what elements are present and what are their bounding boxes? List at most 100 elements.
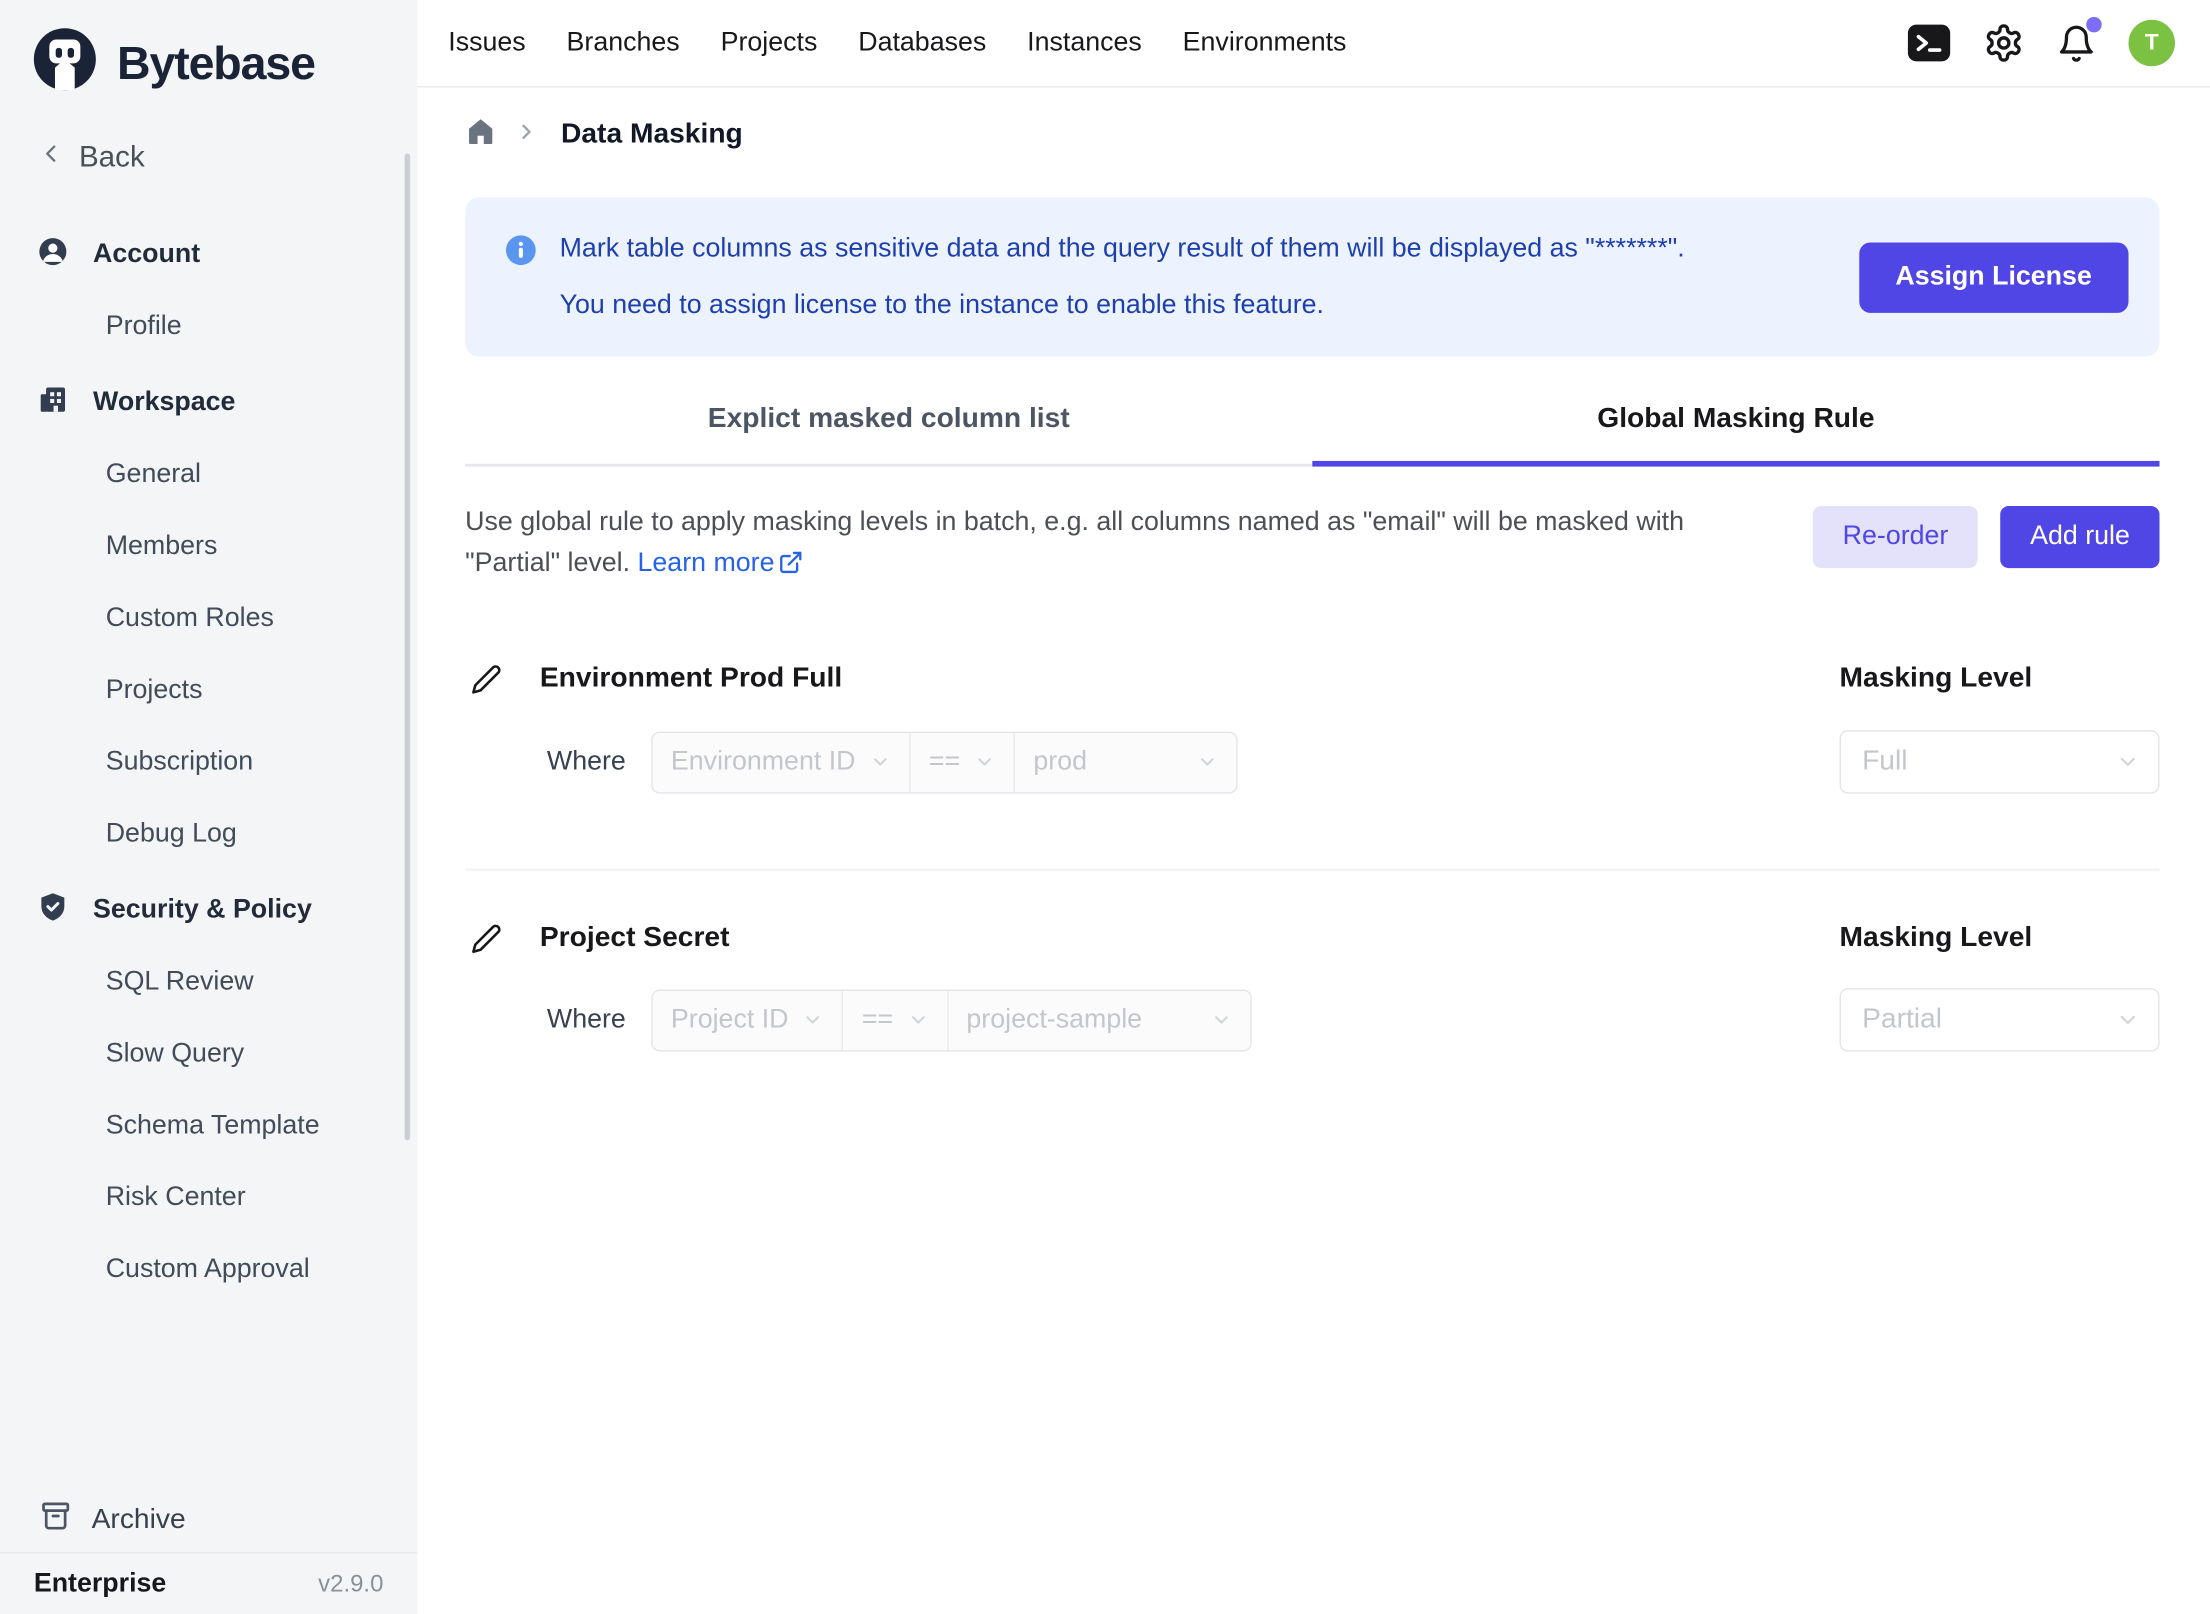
- rule-title: Project Secret: [540, 922, 730, 954]
- sql-editor-terminal-icon[interactable]: [1907, 24, 1951, 62]
- page-title: Data Masking: [561, 118, 743, 150]
- sidebar-item-archive[interactable]: Archive: [0, 1487, 417, 1552]
- rules-description: Use global rule to apply masking levels …: [465, 502, 1684, 588]
- license-info-banner: Mark table columns as sensitive data and…: [465, 197, 2159, 356]
- avatar[interactable]: T: [2128, 20, 2175, 67]
- settings-gear-icon[interactable]: [1983, 23, 2024, 64]
- building-icon: [37, 383, 69, 424]
- reorder-button[interactable]: Re-order: [1813, 506, 1978, 568]
- tabs: Explict masked column list Global Maskin…: [465, 374, 2159, 467]
- section-label: Workspace: [93, 388, 235, 419]
- user-circle-icon: [37, 235, 69, 276]
- tab-explicit-masked-column-list[interactable]: Explict masked column list: [465, 374, 1312, 464]
- back-button[interactable]: Back: [37, 140, 418, 177]
- masking-level-value: Full: [1862, 746, 1907, 778]
- home-icon[interactable]: [465, 116, 496, 154]
- sidebar-item-custom-approval[interactable]: Custom Approval: [16, 1242, 402, 1284]
- operator-value: ==: [929, 746, 960, 777]
- add-rule-button[interactable]: Add rule: [2001, 506, 2160, 568]
- sidebar-item-debug-log[interactable]: Debug Log: [16, 806, 402, 862]
- sidebar-item-profile[interactable]: Profile: [16, 299, 402, 355]
- where-label: Where: [547, 746, 626, 777]
- plan-name: Enterprise: [34, 1568, 166, 1599]
- edit-pencil-icon[interactable]: [471, 923, 502, 954]
- app-root: Bytebase Back Account Profile: [0, 0, 2210, 1614]
- notification-badge: [2086, 16, 2102, 32]
- chevron-down-icon: [974, 751, 995, 772]
- condition-operator-select[interactable]: ==: [842, 990, 947, 1049]
- archive-label: Archive: [92, 1503, 186, 1535]
- sidebar-section-workspace: Workspace: [16, 375, 402, 431]
- sidebar-scrollbar[interactable]: [405, 154, 411, 1141]
- masking-level-label: Masking Level: [1840, 663, 2033, 694]
- description-line-1: Use global rule to apply masking levels …: [465, 502, 1684, 543]
- nav-environments[interactable]: Environments: [1183, 27, 1347, 58]
- external-link-icon[interactable]: [779, 547, 804, 588]
- sidebar-section-security-policy: Security & Policy: [16, 882, 402, 938]
- masking-level-select[interactable]: Partial: [1840, 988, 2160, 1051]
- banner-text-wrap: Mark table columns as sensitive data and…: [505, 221, 1685, 334]
- rules-description-row: Use global rule to apply masking levels …: [465, 502, 2159, 588]
- rule-title: Environment Prod Full: [540, 663, 842, 695]
- sidebar-item-subscription[interactable]: Subscription: [16, 734, 402, 790]
- chevron-down-icon: [870, 751, 891, 772]
- sidebar-item-schema-template[interactable]: Schema Template: [16, 1098, 402, 1154]
- chevron-right-icon: [515, 119, 539, 150]
- condition-expression: Environment ID == prod: [651, 731, 1238, 793]
- nav-databases[interactable]: Databases: [858, 27, 986, 58]
- learn-more-link[interactable]: Learn more: [638, 548, 775, 578]
- sidebar-item-sql-review[interactable]: SQL Review: [16, 954, 402, 1010]
- topbar-icons: T: [1907, 20, 2175, 67]
- condition-field-select[interactable]: Environment ID: [653, 732, 909, 791]
- breadcrumb: Data Masking: [465, 116, 2159, 154]
- chevron-left-icon: [37, 140, 65, 177]
- rule-divider: [465, 868, 2159, 871]
- masking-level-select[interactable]: Full: [1840, 730, 2160, 793]
- assign-license-button[interactable]: Assign License: [1859, 242, 2129, 312]
- page-content: Data Masking Mark table columns as sensi…: [417, 116, 2210, 1052]
- logo-wordmark: Bytebase: [117, 36, 315, 90]
- condition-value-select[interactable]: project-sample: [947, 990, 1250, 1049]
- banner-line-1: Mark table columns as sensitive data and…: [560, 221, 1685, 277]
- rules-actions: Re-order Add rule: [1813, 502, 2159, 568]
- chevron-down-icon: [1197, 751, 1218, 772]
- nav-projects[interactable]: Projects: [721, 27, 818, 58]
- main-area: Issues Branches Projects Databases Insta…: [417, 0, 2210, 1052]
- sidebar: Bytebase Back Account Profile: [0, 0, 417, 1614]
- masking-rule-project-secret: Project Secret Masking Level Where Proje…: [465, 922, 2159, 1052]
- sidebar-item-slow-query[interactable]: Slow Query: [16, 1026, 402, 1082]
- condition-operator-select[interactable]: ==: [909, 732, 1014, 791]
- chevron-down-icon: [1210, 1009, 1231, 1030]
- sidebar-item-members[interactable]: Members: [16, 519, 402, 575]
- info-icon: [505, 233, 537, 272]
- tab-global-masking-rule[interactable]: Global Masking Rule: [1312, 374, 2159, 464]
- back-label: Back: [79, 141, 145, 175]
- notifications-bell-icon[interactable]: [2057, 23, 2096, 62]
- sidebar-item-general[interactable]: General: [16, 447, 402, 503]
- banner-text: Mark table columns as sensitive data and…: [560, 221, 1685, 334]
- plan-row: Enterprise v2.9.0: [0, 1552, 417, 1614]
- condition-value: prod: [1033, 746, 1087, 777]
- masking-level-label: Masking Level: [1840, 922, 2033, 953]
- edit-pencil-icon[interactable]: [471, 663, 502, 694]
- where-label: Where: [547, 1004, 626, 1035]
- sidebar-item-custom-roles[interactable]: Custom Roles: [16, 591, 402, 647]
- sidebar-section-account: Account: [16, 227, 402, 283]
- logo[interactable]: Bytebase: [0, 0, 417, 100]
- banner-line-2: You need to assign license to the instan…: [560, 277, 1685, 333]
- chevron-down-icon: [2116, 750, 2140, 774]
- masking-level-value: Partial: [1862, 1004, 1942, 1036]
- nav-instances[interactable]: Instances: [1027, 27, 1142, 58]
- chevron-down-icon: [803, 1009, 824, 1030]
- field-value: Project ID: [671, 1004, 789, 1035]
- condition-value-select[interactable]: prod: [1014, 732, 1237, 791]
- condition-field-select[interactable]: Project ID: [653, 990, 842, 1049]
- nav-issues[interactable]: Issues: [448, 27, 525, 58]
- app-version: v2.9.0: [318, 1570, 383, 1598]
- sidebar-item-projects[interactable]: Projects: [16, 663, 402, 719]
- condition-value: project-sample: [966, 1004, 1142, 1035]
- nav-branches[interactable]: Branches: [567, 27, 680, 58]
- sidebar-item-risk-center[interactable]: Risk Center: [16, 1170, 402, 1226]
- chevron-down-icon: [907, 1009, 928, 1030]
- sidebar-nav: Account Profile Workspace G: [0, 210, 417, 1284]
